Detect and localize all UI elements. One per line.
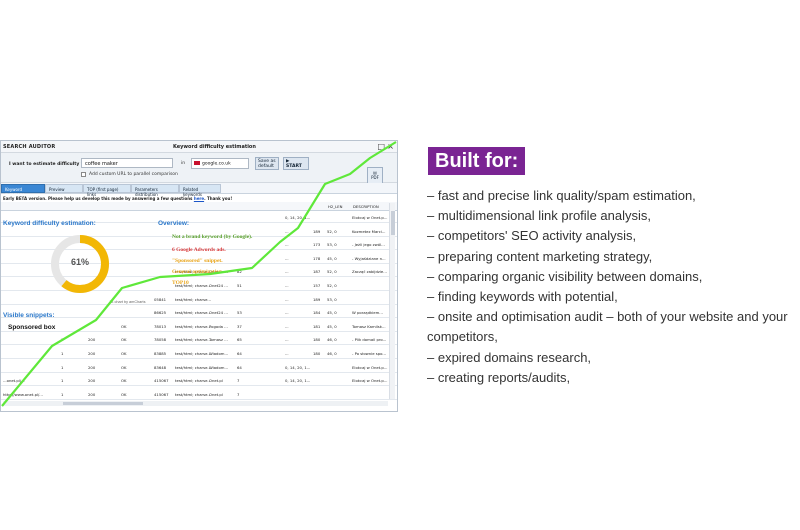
- feature-item: – creating reports/audits,: [427, 369, 571, 385]
- built-for-heading: Built for:: [428, 147, 526, 175]
- feature-item: – preparing content marketing strategy,: [427, 248, 653, 264]
- growth-trend-line: [1, 141, 397, 407]
- feature-item: – finding keywords with potential,: [427, 289, 618, 305]
- features-list: – fast and precise link quality/spam est…: [427, 186, 797, 388]
- feature-item: – comparing organic visibility between d…: [427, 268, 703, 284]
- feature-item: – multidimensional link profile analysis…: [427, 208, 651, 224]
- feature-item: – fast and precise link quality/spam est…: [427, 188, 696, 203]
- feature-item: – competitors' SEO activity analysis,: [427, 228, 637, 244]
- trend-polyline: [1, 141, 397, 407]
- feature-item: – onsite and optimisation audit – both o…: [427, 309, 788, 345]
- feature-item: – expired domains research,: [427, 349, 592, 365]
